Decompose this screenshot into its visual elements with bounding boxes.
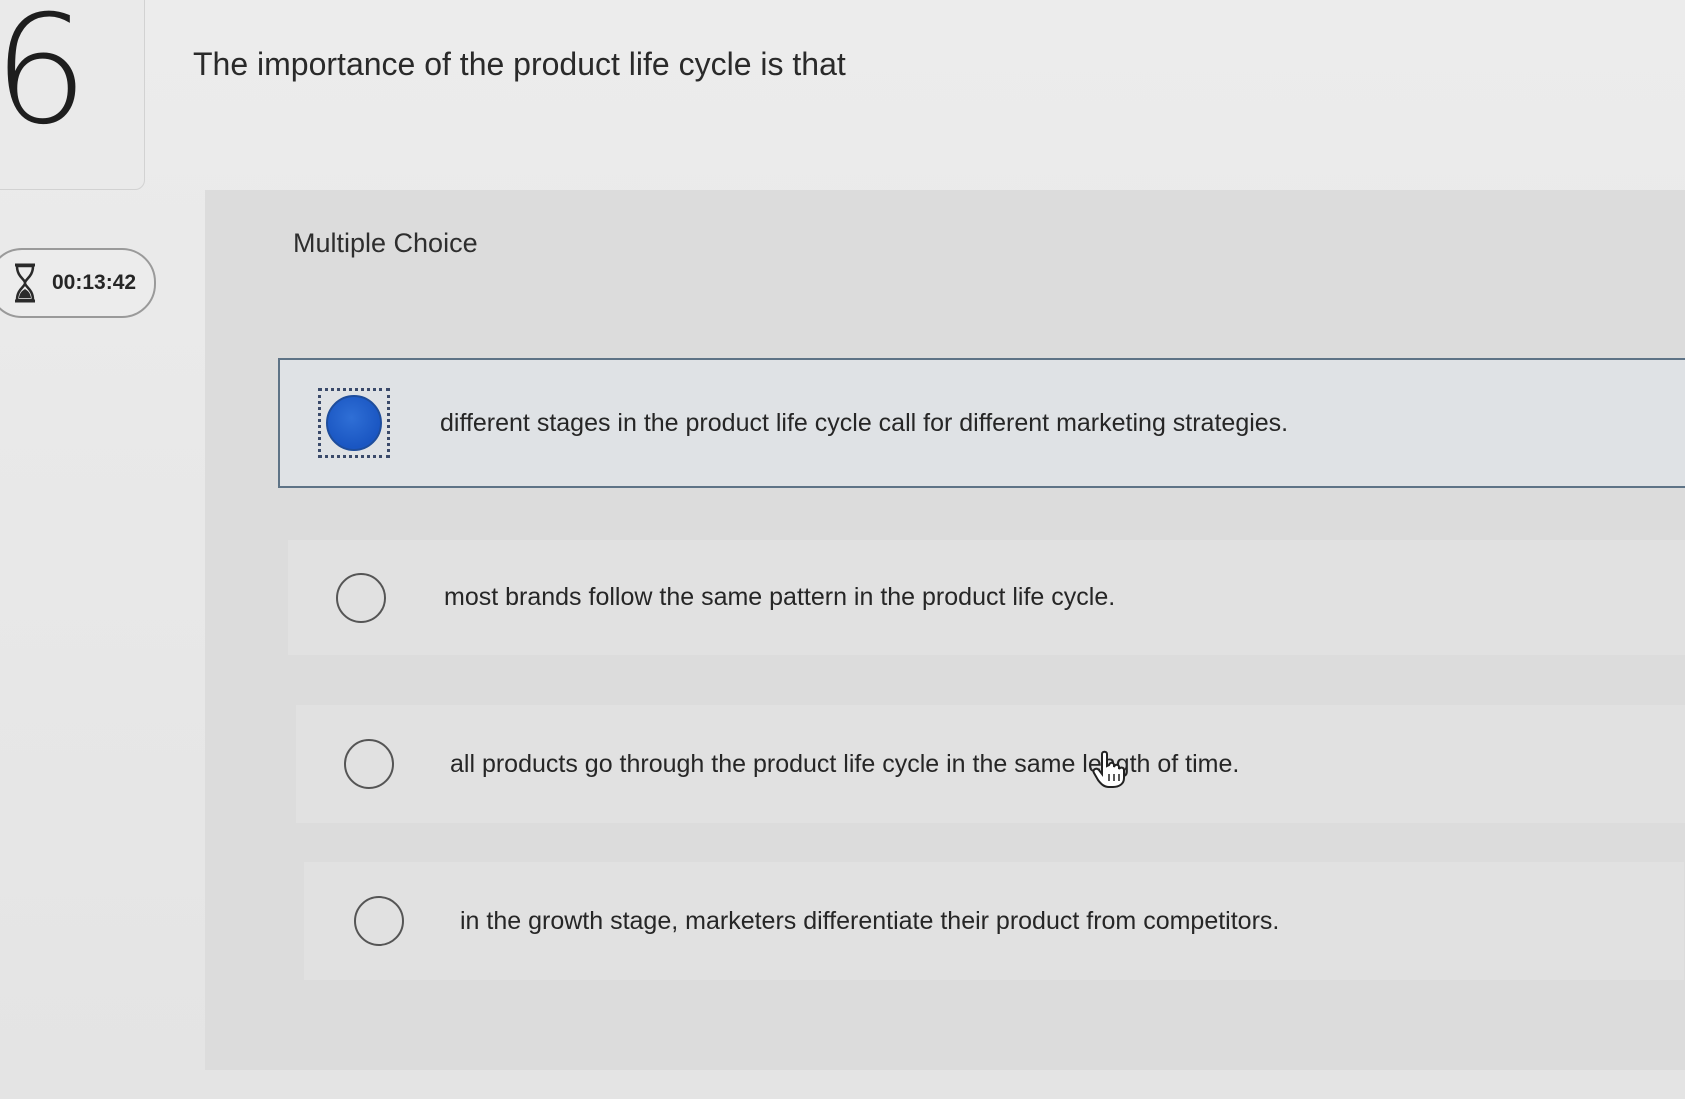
radio-button[interactable] bbox=[354, 896, 404, 946]
radio-focus-ring bbox=[318, 388, 390, 458]
radio-button-selected[interactable] bbox=[326, 395, 382, 451]
question-text: The importance of the product life cycle… bbox=[193, 46, 846, 82]
answer-option-3[interactable]: all products go through the product life… bbox=[296, 705, 1685, 823]
timer-value: 00:13:42 bbox=[52, 271, 137, 294]
question-type-label: Multiple Choice bbox=[293, 228, 478, 258]
answer-option-4[interactable]: in the growth stage, marketers different… bbox=[304, 862, 1684, 980]
answer-option-2[interactable]: most brands follow the same pattern in t… bbox=[288, 540, 1685, 655]
answer-option-1-text: different stages in the product life cyc… bbox=[440, 408, 1289, 437]
hand-cursor-icon bbox=[1092, 750, 1125, 788]
answer-option-4-text: in the growth stage, marketers different… bbox=[460, 906, 1280, 935]
question-number-box: 6 bbox=[0, 0, 145, 190]
answer-option-2-text: most brands follow the same pattern in t… bbox=[444, 583, 1116, 611]
question-number: 6 bbox=[0, 0, 89, 158]
quiz-page: 6 The importance of the product life cyc… bbox=[0, 0, 1685, 1099]
timer-badge[interactable]: 00:13:42 bbox=[0, 248, 156, 318]
answer-option-1[interactable]: different stages in the product life cyc… bbox=[278, 358, 1685, 488]
radio-button[interactable] bbox=[344, 739, 394, 789]
radio-button[interactable] bbox=[336, 572, 386, 623]
hourglass-icon bbox=[15, 263, 35, 303]
